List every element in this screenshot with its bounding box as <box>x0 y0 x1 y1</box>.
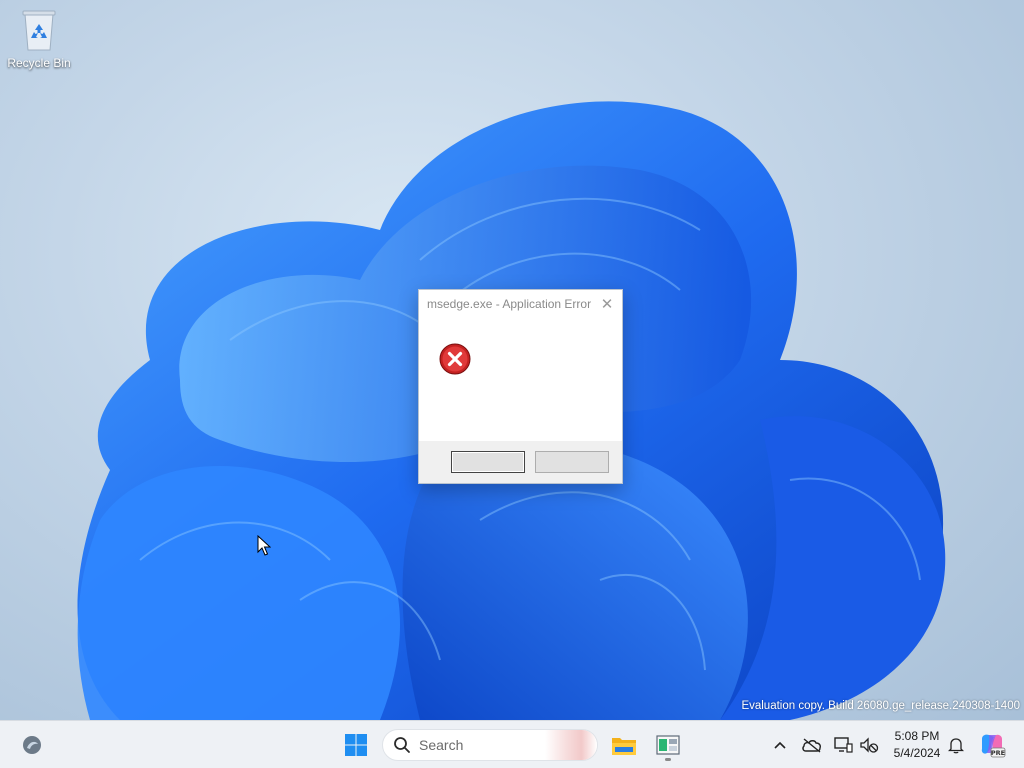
cloud-off-icon <box>802 738 821 753</box>
start-button[interactable] <box>340 729 372 761</box>
display-icon <box>834 737 853 753</box>
copilot-button[interactable]: PRE <box>978 731 1006 759</box>
mouse-cursor-icon <box>257 535 271 556</box>
search-placeholder: Search <box>419 737 464 753</box>
file-explorer-button[interactable] <box>608 729 640 761</box>
copilot-badge-text: PRE <box>991 749 1005 757</box>
search-box[interactable]: Search <box>382 729 598 761</box>
recycle-bin-icon <box>22 10 56 51</box>
error-icon <box>439 343 471 375</box>
chevron-up-icon <box>774 741 786 749</box>
taskbar-app-button[interactable] <box>652 729 684 761</box>
widgets-button[interactable] <box>16 729 48 761</box>
bell-icon <box>948 738 964 754</box>
taskbar: Search 5:08 PM 5/4/2024 PRE <box>0 720 1024 768</box>
recycle-bin-label: Recycle Bin <box>7 56 71 70</box>
speaker-muted-icon <box>860 737 879 753</box>
recycle-bin[interactable]: Recycle Bin <box>4 8 74 76</box>
notifications-button[interactable] <box>946 733 966 757</box>
show-hidden-icons-button[interactable] <box>770 733 790 757</box>
clock[interactable]: 5:08 PM 5/4/2024 <box>886 727 948 763</box>
app-icon <box>656 735 680 755</box>
dialog-titlebar[interactable]: msedge.exe - Application Error ✕ <box>419 290 622 318</box>
desktop: Recycle Bin msedge.exe - Application Err… <box>0 0 1024 720</box>
search-highlight-image <box>545 730 597 760</box>
onedrive-button[interactable] <box>800 733 824 757</box>
dialog-footer <box>419 441 622 483</box>
volume-button[interactable] <box>858 733 880 757</box>
close-icon[interactable]: ✕ <box>598 295 616 313</box>
application-error-dialog: msedge.exe - Application Error ✕ <box>418 289 623 484</box>
clock-time: 5:08 PM <box>894 729 940 743</box>
dialog-ok-button[interactable] <box>451 451 525 473</box>
start-icon <box>345 734 367 756</box>
search-icon <box>394 737 410 753</box>
clock-date: 5/4/2024 <box>893 746 941 760</box>
widgets-icon <box>23 736 41 754</box>
dialog-body <box>419 318 622 442</box>
network-button[interactable] <box>832 733 854 757</box>
dialog-title: msedge.exe - Application Error <box>427 297 592 311</box>
evaluation-watermark: Evaluation copy. Build 26080.ge_release.… <box>741 700 1020 712</box>
running-indicator <box>665 758 671 761</box>
copilot-icon: PRE <box>981 734 1006 758</box>
file-explorer-icon <box>612 738 636 755</box>
dialog-cancel-button[interactable] <box>535 451 609 473</box>
